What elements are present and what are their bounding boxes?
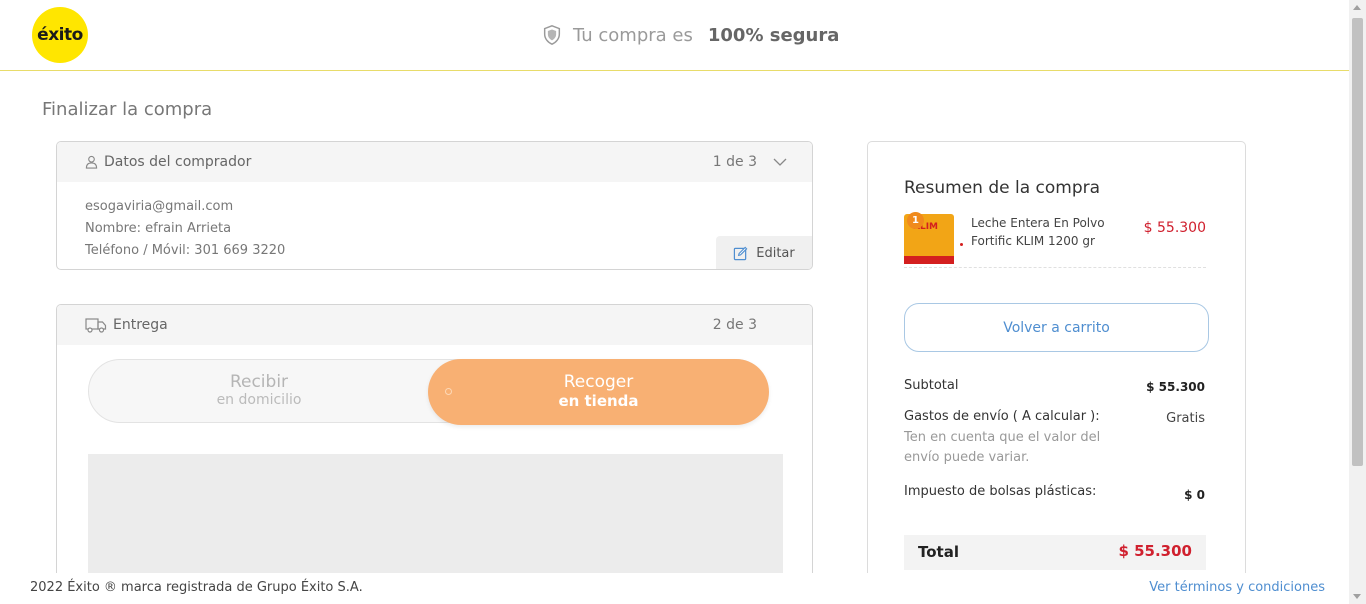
loading-placeholder xyxy=(88,454,783,579)
buyer-data-card: Datos del comprador 1 de 3 esogaviria@gm… xyxy=(56,141,813,270)
edit-icon xyxy=(734,246,748,260)
edit-button[interactable]: Editar xyxy=(716,236,812,269)
shipping-note: Ten en cuenta que el valor del envío pue… xyxy=(904,430,1101,465)
logo-text: éxito xyxy=(37,25,83,45)
shipping-row: Gastos de envío ( A calcular ): Gratis T… xyxy=(904,409,1209,468)
summary-title: Resumen de la compra xyxy=(904,178,1101,198)
secure-strong-text: 100% segura xyxy=(707,24,840,46)
total-value: $ 55.300 xyxy=(1118,542,1192,560)
subtotal-value: $ 55.300 xyxy=(1146,380,1205,394)
copyright-text: 2022 Éxito ® marca registrada de Grupo É… xyxy=(30,580,363,595)
footer: 2022 Éxito ® marca registrada de Grupo É… xyxy=(0,573,1349,604)
total-label: Total xyxy=(918,543,959,561)
chevron-down-icon[interactable] xyxy=(773,155,787,169)
radio-dot-icon xyxy=(445,388,452,395)
store-pickup-sublabel: en tienda xyxy=(558,392,639,410)
shipping-value: Gratis xyxy=(1166,411,1205,426)
buyer-phone: Teléfono / Móvil: 301 669 3220 xyxy=(85,243,286,258)
edit-label: Editar xyxy=(756,245,795,261)
exito-logo[interactable]: éxito xyxy=(32,7,88,63)
order-summary: Resumen de la compra KLIM 1 Leche Entera… xyxy=(867,141,1246,581)
page-title: Finalizar la compra xyxy=(42,99,213,120)
product-image-band xyxy=(904,256,954,264)
buyer-name: Nombre: efrain Arrieta xyxy=(85,221,232,236)
user-icon xyxy=(85,155,98,169)
indicator-dot-icon xyxy=(960,243,963,246)
bags-tax-value: $ 0 xyxy=(1184,488,1205,502)
scrollbar[interactable] xyxy=(1349,0,1366,604)
delivery-card-header[interactable]: Entrega 2 de 3 xyxy=(57,305,812,345)
store-pickup-label: Recoger xyxy=(563,372,634,392)
buyer-card-header[interactable]: Datos del comprador 1 de 3 xyxy=(57,142,812,182)
scroll-down-icon[interactable] xyxy=(1353,594,1361,599)
back-to-cart-button[interactable]: Volver a carrito xyxy=(904,303,1209,352)
shield-icon xyxy=(543,25,561,45)
terms-link[interactable]: Ver términos y condiciones xyxy=(1149,580,1325,595)
home-delivery-sublabel: en domicilio xyxy=(216,392,302,408)
truck-icon xyxy=(85,318,107,333)
buyer-card-title: Datos del comprador xyxy=(104,154,252,170)
delivery-card-title: Entrega xyxy=(113,317,168,333)
subtotal-label: Subtotal xyxy=(904,378,959,393)
buyer-email: esogaviria@gmail.com xyxy=(85,199,234,214)
shipping-label: Gastos de envío ( A calcular ): xyxy=(904,409,1100,424)
bags-tax-label: Impuesto de bolsas plásticas: xyxy=(904,484,1097,499)
secure-text: Tu compra es xyxy=(573,24,693,46)
buyer-step-indicator: 1 de 3 xyxy=(712,154,757,170)
header: éxito Tu compra es 100% segura xyxy=(0,0,1349,71)
total-row: Total $ 55.300 xyxy=(904,535,1206,570)
delivery-card: Entrega 2 de 3 Recibir en domicilio Reco… xyxy=(56,304,813,584)
store-pickup-option[interactable]: Recoger en tienda xyxy=(428,359,769,425)
product-name: Leche Entera En Polvo Fortific KLIM 1200… xyxy=(971,216,1105,248)
product-item: KLIM 1 Leche Entera En Polvo Fortific KL… xyxy=(904,212,1206,268)
home-delivery-label: Recibir xyxy=(229,372,289,392)
buyer-info: esogaviria@gmail.com Nombre: efrain Arri… xyxy=(57,182,812,269)
delivery-method-toggle: Recibir en domicilio Recoger en tienda xyxy=(88,359,769,425)
delivery-step-indicator: 2 de 3 xyxy=(712,317,757,333)
home-delivery-option[interactable]: Recibir en domicilio xyxy=(89,360,429,422)
subtotal-row: Subtotal $ 55.300 xyxy=(904,378,1209,394)
quantity-badge: 1 xyxy=(907,212,924,229)
scrollbar-thumb[interactable] xyxy=(1352,18,1363,466)
product-price: $ 55.300 xyxy=(1143,220,1206,236)
secure-purchase-banner: Tu compra es 100% segura xyxy=(541,22,839,48)
bags-tax-row: Impuesto de bolsas plásticas: $ 0 xyxy=(904,484,1209,502)
checkout-page: éxito Tu compra es 100% segura Finalizar… xyxy=(0,0,1366,604)
scroll-up-icon[interactable] xyxy=(1353,5,1361,10)
